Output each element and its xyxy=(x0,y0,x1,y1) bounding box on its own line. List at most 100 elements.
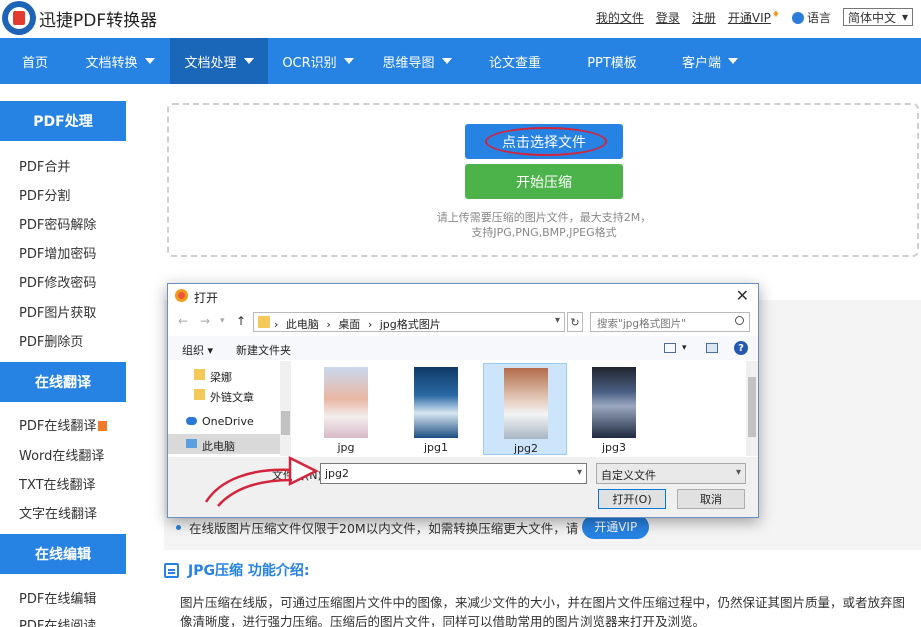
upload-hint-line2: 支持JPG,PNG,BMP,JPEG格式 xyxy=(471,226,617,239)
chevron-down-icon[interactable]: ▾ xyxy=(555,315,560,326)
start-compress-button[interactable]: 开始压缩 xyxy=(465,164,623,199)
bullet-dot xyxy=(176,524,181,530)
computer-icon xyxy=(186,439,197,448)
nav-label: 文档转换 xyxy=(85,55,138,71)
sidebar-heading-edit: 在线编辑 xyxy=(0,534,126,574)
my-files-link[interactable]: 我的文件 xyxy=(596,9,644,26)
open-button[interactable]: 打开(O) xyxy=(598,489,666,509)
upload-hint-line1: 请上传需要压缩的图片文件，最大支持2M， xyxy=(436,211,652,224)
nav-item-home[interactable]: 首页 xyxy=(0,38,70,84)
forward-arrow-icon[interactable]: → xyxy=(200,314,210,328)
vip-link-wrap[interactable]: 开通VIP♦ xyxy=(728,9,780,26)
dialog-titlebar[interactable]: 打开 ✕ xyxy=(168,284,758,308)
file-list: jpg jpg1 jpg2 jpg3 xyxy=(292,361,746,456)
language-label-wrap: 语言 xyxy=(791,9,831,26)
brand-name[interactable]: 迅捷PDF转换器 xyxy=(39,6,157,31)
brand-logo-icon[interactable] xyxy=(2,1,36,35)
view-options-icon[interactable] xyxy=(664,343,676,353)
refresh-icon[interactable]: ↻ xyxy=(567,312,583,332)
login-link[interactable]: 登录 xyxy=(656,9,680,26)
nav-onedrive[interactable]: OneDrive xyxy=(168,411,280,431)
filename-value: jpg2 xyxy=(325,467,350,480)
caret-down-icon xyxy=(728,58,738,64)
organize-button[interactable]: 组织 ▾ xyxy=(182,342,213,358)
sidebar-item-pdf-merge[interactable]: PDF合并 xyxy=(19,156,70,175)
globe-icon xyxy=(791,11,804,24)
nav-item-plagiarism[interactable]: 论文查重 xyxy=(466,38,564,84)
sidebar-item-pdf-change-password[interactable]: PDF修改密码 xyxy=(19,272,96,291)
intro-title: JPG压缩 功能介绍: xyxy=(164,560,309,580)
browser-app-icon xyxy=(175,289,188,302)
chevron-down-icon[interactable]: ▾ xyxy=(577,467,582,478)
sidebar-item-pdf-translate[interactable]: PDF在线翻译 xyxy=(19,415,108,434)
nav-item-doc-process[interactable]: 文档处理 xyxy=(170,38,268,84)
file-item-jpg1[interactable]: jpg1 xyxy=(394,363,478,455)
sidebar-item-word-translate[interactable]: Word在线翻译 xyxy=(19,445,104,464)
sidebar-item-txt-translate[interactable]: TXT在线翻译 xyxy=(19,474,96,493)
chevron-down-icon[interactable]: ▾ xyxy=(682,343,687,353)
back-arrow-icon[interactable]: ← xyxy=(178,314,188,328)
language-select[interactable]: 简体中文 ▾ xyxy=(842,8,913,26)
breadcrumb-desktop[interactable]: 桌面 xyxy=(338,318,360,331)
nav-item-client[interactable]: 客户端 xyxy=(660,38,760,84)
nav-label: PPT模板 xyxy=(587,55,637,71)
recent-dropdown-icon[interactable]: ▾ xyxy=(220,316,225,326)
sidebar-item-pdf-extract-images[interactable]: PDF图片获取 xyxy=(19,302,96,321)
select-file-button[interactable]: 点击选择文件 xyxy=(465,124,623,159)
nav-label: 文档处理 xyxy=(184,55,237,71)
annotation-arrow-icon xyxy=(204,455,319,507)
sidebar-item-pdf-edit[interactable]: PDF在线编辑 xyxy=(19,588,96,607)
file-item-jpg2[interactable]: jpg2 xyxy=(483,363,567,455)
new-folder-button[interactable]: 新建文件夹 xyxy=(236,342,291,358)
breadcrumb-sep: › xyxy=(326,318,331,331)
language-label: 语言 xyxy=(806,10,831,25)
image-thumbnail xyxy=(414,367,458,438)
nav-folder-liangna[interactable]: 梁娜 xyxy=(168,365,280,385)
preview-pane-icon[interactable] xyxy=(706,343,718,353)
vip-flame-icon: ♦ xyxy=(771,9,780,20)
breadcrumb-this-pc[interactable]: 此电脑 xyxy=(286,318,319,331)
nav-item-ppt[interactable]: PPT模板 xyxy=(564,38,660,84)
caret-down-icon xyxy=(243,58,254,64)
open-vip-button[interactable]: 开通VIP xyxy=(582,515,650,539)
sidebar-item-pdf-add-password[interactable]: PDF增加密码 xyxy=(19,243,96,262)
breadcrumb-jpg-folder[interactable]: jpg格式图片 xyxy=(380,318,441,331)
sidebar-item-pdf-split[interactable]: PDF分割 xyxy=(19,185,70,204)
nav-label: 思维导图 xyxy=(382,55,435,71)
register-link[interactable]: 注册 xyxy=(692,9,716,26)
filetype-select[interactable]: 自定义文件 ▾ xyxy=(596,463,746,484)
nav-item-ocr[interactable]: OCR识别 xyxy=(268,38,368,84)
cancel-button[interactable]: 取消 xyxy=(677,489,745,509)
nav-item-doc-convert[interactable]: 文档转换 xyxy=(70,38,170,84)
nav-label: 论文查重 xyxy=(488,55,541,71)
up-arrow-icon[interactable]: ↑ xyxy=(236,314,246,328)
file-name: jpg2 xyxy=(513,442,539,455)
file-item-jpg3[interactable]: jpg3 xyxy=(572,363,656,455)
nav-onedrive-label: OneDrive xyxy=(202,415,254,428)
sidebar-heading-pdf: PDF处理 xyxy=(0,101,126,141)
nav-folder-external[interactable]: 外链文章 xyxy=(168,385,280,405)
breadcrumb-sep: › xyxy=(274,318,279,331)
close-icon[interactable]: ✕ xyxy=(736,286,749,305)
caret-down-icon xyxy=(343,58,354,64)
scroll-thumb[interactable] xyxy=(748,377,756,437)
help-icon[interactable]: ? xyxy=(734,341,748,355)
sidebar-item-pdf-unlock[interactable]: PDF密码解除 xyxy=(19,214,96,233)
scroll-thumb[interactable] xyxy=(281,411,290,435)
filetype-value: 自定义文件 xyxy=(601,469,656,482)
sidebar-item-text-translate[interactable]: 文字在线翻译 xyxy=(19,503,97,522)
file-list-scrollbar[interactable] xyxy=(746,361,758,456)
address-bar[interactable]: › 此电脑 › 桌面 › jpg格式图片 ▾ xyxy=(253,312,565,332)
chevron-down-icon: ▾ xyxy=(735,467,741,478)
sidebar-item-pdf-delete-page[interactable]: PDF删除页 xyxy=(19,331,83,350)
vip-link[interactable]: 开通VIP xyxy=(728,11,771,25)
nav-item-mindmap[interactable]: 思维导图 xyxy=(368,38,466,84)
nav-folder-label: 外链文章 xyxy=(210,391,254,404)
dialog-title: 打开 xyxy=(194,291,219,305)
search-input[interactable]: 搜索"jpg格式图片" xyxy=(590,312,750,332)
image-thumbnail xyxy=(504,368,548,439)
top-links: 我的文件 登录 注册 开通VIP♦ 语言 简体中文 ▾ xyxy=(596,8,913,26)
filename-input[interactable]: jpg2 ▾ xyxy=(320,463,587,484)
nav-label: OCR识别 xyxy=(282,55,337,71)
sidebar-item-pdf-read[interactable]: PDF在线阅读 xyxy=(19,615,96,627)
